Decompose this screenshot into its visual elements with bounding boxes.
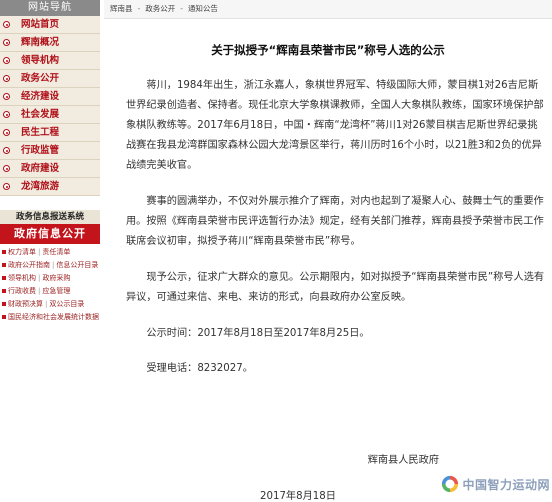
sidebar-item-label: 社会发展 — [21, 109, 60, 120]
watermark-arc — [442, 483, 451, 493]
bullet-icon — [3, 129, 10, 136]
sidebar-item-label: 政府建设 — [21, 163, 60, 174]
sidebar-item-label: 民生工程 — [21, 127, 60, 138]
sidebar-item-label: 政务公开 — [21, 73, 60, 84]
sidebar-item-livelihood[interactable]: 民生工程 — [0, 124, 100, 142]
gov-link-row: 国民经济和社会发展统计数据 — [2, 311, 100, 324]
sidebar-item-gov-affairs[interactable]: 政务公开 — [0, 70, 100, 88]
separator: | — [45, 300, 48, 308]
article-body: 蒋川，1984年出生，浙江永嘉人，象棋世界冠军、特级国际大师，蒙目棋1对26吉尼… — [126, 76, 546, 394]
gov-link-row: 权力清单 | 责任清单 — [2, 246, 100, 259]
gov-link[interactable]: 领导机构 — [8, 274, 36, 282]
bullet-icon — [3, 75, 10, 82]
square-bullet-icon — [2, 289, 6, 293]
gov-link-row: 行政收费 | 应急管理 — [2, 285, 100, 298]
gov-link-row: 政府公开指南 | 信息公开目录 — [2, 259, 100, 272]
separator: | — [52, 261, 55, 269]
gov-link[interactable]: 政府采购 — [42, 274, 70, 282]
breadcrumb-separator: - — [137, 4, 141, 13]
contact-phone: 受理电话：8232027。 — [146, 363, 253, 374]
square-bullet-icon — [2, 315, 6, 319]
sidebar-item-government[interactable]: 政府建设 — [0, 160, 100, 178]
sidebar-item-tourism[interactable]: 龙湾旅游 — [0, 178, 100, 196]
bullet-icon — [3, 111, 10, 118]
sidebar-item-leadership[interactable]: 领导机构 — [0, 52, 100, 70]
bullet-icon — [3, 93, 10, 100]
watermark-arc — [442, 475, 451, 485]
square-bullet-icon — [2, 302, 6, 306]
issuing-org: 辉南县人民政府 — [367, 455, 439, 466]
gov-link[interactable]: 权力清单 — [8, 248, 36, 256]
bullet-icon — [3, 147, 10, 154]
gov-link[interactable]: 财政预决算 — [8, 300, 43, 308]
breadcrumb-separator: - — [180, 4, 183, 13]
square-bullet-icon — [2, 250, 6, 254]
bullet-icon — [3, 165, 10, 172]
separator: | — [38, 274, 41, 282]
gov-link[interactable]: 国民经济和社会发展统计数据 — [8, 313, 99, 321]
gov-link[interactable]: 信息公开目录 — [56, 261, 98, 269]
watermark-arc — [450, 483, 459, 493]
sidebar-item-label: 辉南概况 — [21, 37, 60, 48]
gov-link[interactable]: 责任清单 — [42, 248, 70, 256]
bullet-icon — [3, 21, 10, 28]
sidebar-item-overview[interactable]: 辉南概况 — [0, 34, 100, 52]
square-bullet-icon — [2, 276, 6, 280]
nav-header: 网站导航 — [0, 0, 100, 16]
main-content: 辉南县 - 政务公开 - 通知公告 关于拟授予“辉南县荣誉市民”称号人选的公示 蒋川，1… — [104, 0, 552, 502]
bullet-icon — [3, 57, 10, 64]
article-title: 关于拟授予“辉南县荣誉市民”称号人选的公示 — [211, 43, 445, 57]
nav-list: 网站首页 辉南概况 领导机构 政务公开 经济建设 社会发展 民生工程 行政监管 … — [0, 16, 100, 196]
publicity-period: 公示时间：2017年8月18日至2017年8月25日。 — [146, 328, 370, 339]
bullet-icon — [3, 39, 10, 46]
article-paragraph: 蒋川，1984年出生，浙江永嘉人，象棋世界冠军、特级国际大师，蒙目棋1对26吉尼… — [126, 80, 544, 171]
gov-link-row: 财政预决算 | 双公示目录 — [2, 298, 100, 311]
gov-link[interactable]: 行政收费 — [8, 287, 36, 295]
article-paragraph: 现予公示，征求广大群众的意见。公示期限内，如对拟授予“辉南县荣誉市民”称号人选有… — [126, 272, 545, 303]
gov-link[interactable]: 政府公开指南 — [8, 261, 50, 269]
breadcrumb-item[interactable]: 通知公告 — [188, 4, 218, 13]
sidebar-item-label: 行政监管 — [21, 145, 60, 156]
breadcrumb: 辉南县 - 政务公开 - 通知公告 — [104, 0, 552, 19]
sidebar: 网站导航 网站首页 辉南概况 领导机构 政务公开 经济建设 社会发展 民生工程 … — [0, 0, 100, 500]
sidebar-item-label: 网站首页 — [21, 19, 60, 30]
gov-link-row: 领导机构 | 政府采购 — [2, 272, 100, 285]
watermark-logo-icon — [442, 475, 459, 493]
gov-links: 权力清单 | 责任清单 政府公开指南 | 信息公开目录 领导机构 | 政府采购 行政收费 | 应… — [0, 244, 100, 324]
separator: | — [38, 248, 41, 256]
sidebar-item-label: 龙湾旅游 — [21, 181, 60, 192]
gov-link[interactable]: 应急管理 — [42, 287, 70, 295]
article-paragraph: 赛事的圆满举办，不仅对外展示推介了辉南，对内也起到了凝聚人心、鼓舞士气的重要作用… — [126, 196, 544, 247]
breadcrumb-item[interactable]: 政务公开 — [145, 4, 175, 13]
watermark-text: 中国智力运动网 — [462, 477, 550, 492]
gov-link[interactable]: 双公示目录 — [49, 300, 84, 308]
gov-info-banner[interactable]: 政府信息公开 — [0, 224, 100, 244]
sidebar-item-label: 领导机构 — [21, 55, 60, 66]
sidebar-item-supervision[interactable]: 行政监管 — [0, 142, 100, 160]
watermark: 中国智力运动网 — [441, 474, 550, 494]
sidebar-item-home[interactable]: 网站首页 — [0, 16, 100, 34]
breadcrumb-item[interactable]: 辉南县 — [110, 4, 133, 13]
gov-report-header[interactable]: 政务信息报送系统 — [0, 210, 100, 224]
bullet-icon — [3, 183, 10, 190]
sidebar-item-society[interactable]: 社会发展 — [0, 106, 100, 124]
square-bullet-icon — [2, 263, 6, 267]
watermark-arc — [450, 475, 459, 485]
sidebar-item-economy[interactable]: 经济建设 — [0, 88, 100, 106]
separator: | — [38, 287, 41, 295]
sidebar-item-label: 经济建设 — [21, 91, 60, 102]
